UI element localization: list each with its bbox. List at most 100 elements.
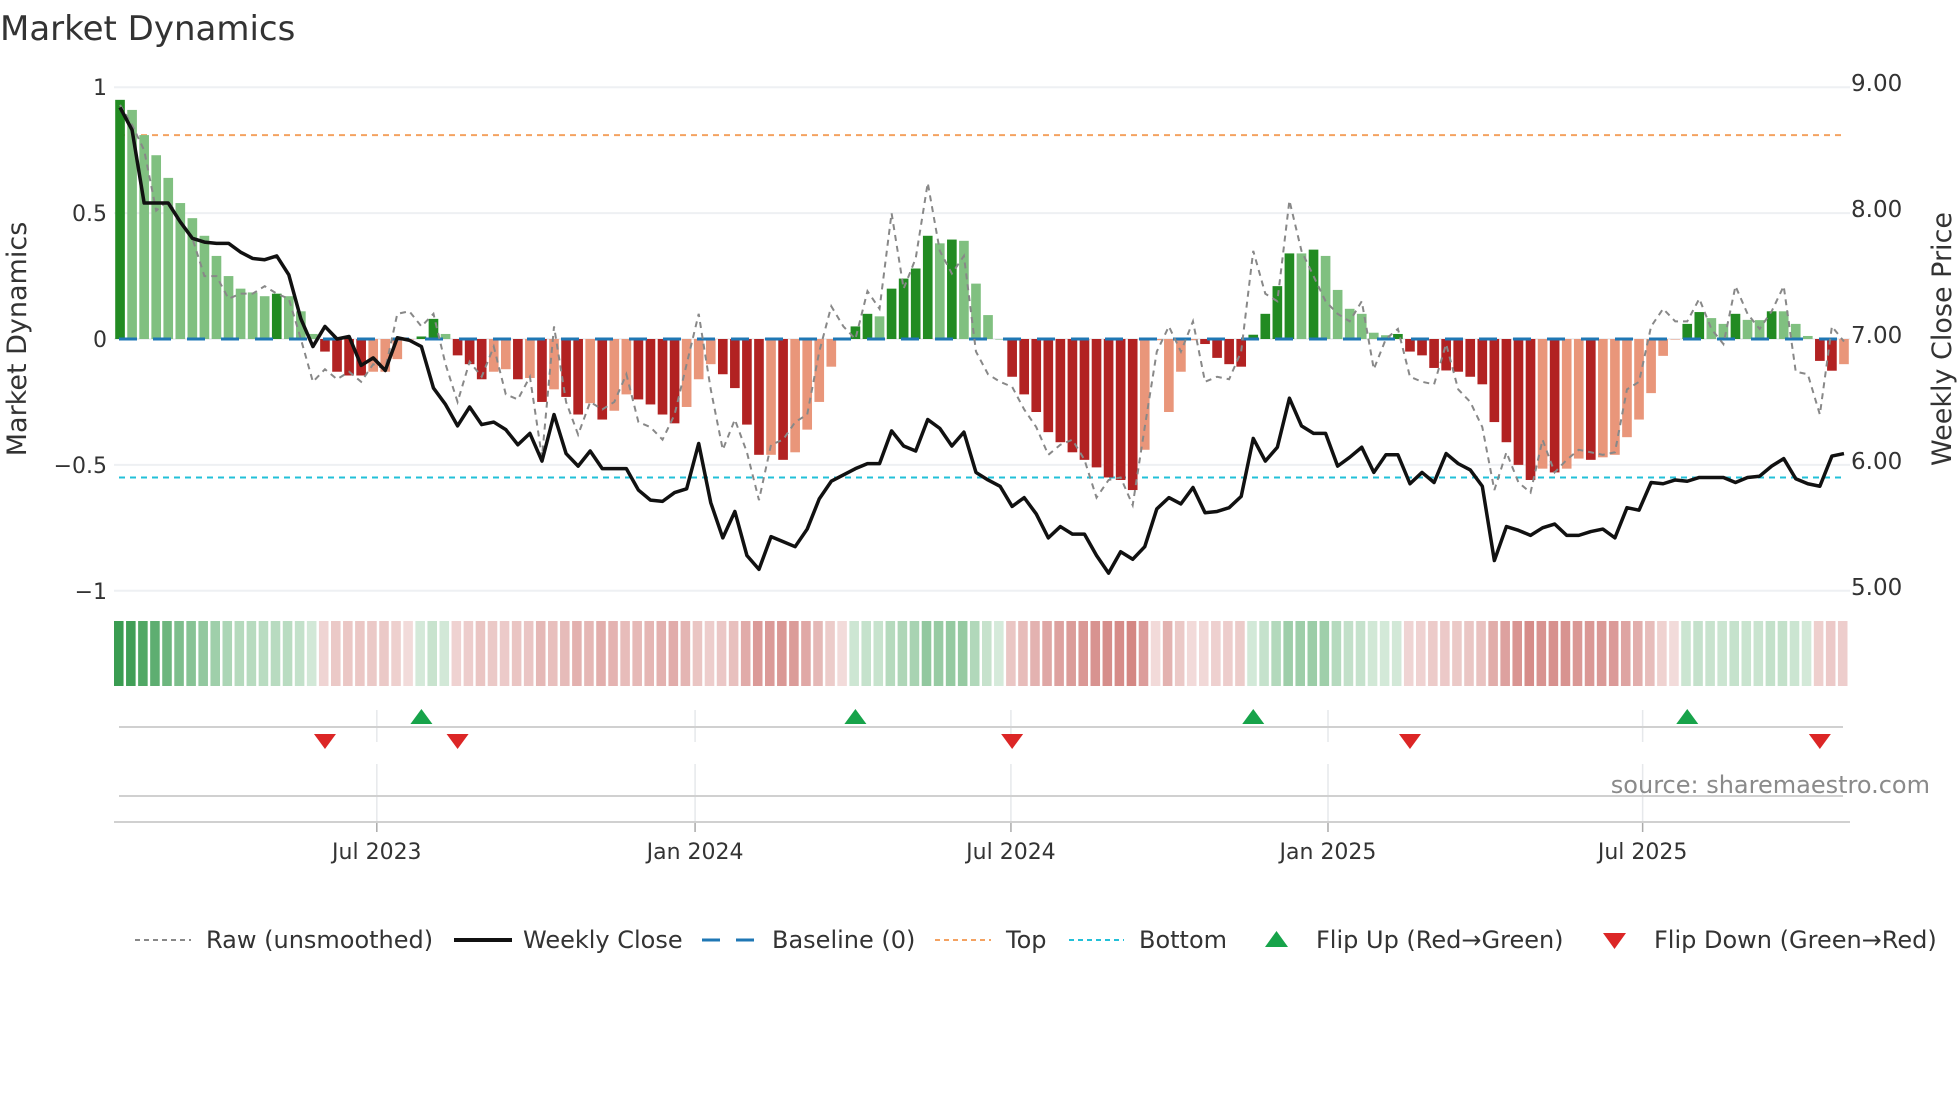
flip-up-marker [844, 709, 867, 724]
flip-up-marker [1676, 709, 1699, 724]
heat-cell [608, 621, 618, 686]
smoothed-bar [947, 239, 957, 339]
heat-cell [1741, 621, 1752, 686]
heat-cell [716, 621, 727, 686]
heat-cell [379, 621, 389, 686]
heat-cell [1235, 621, 1245, 686]
smoothed-bar [1682, 323, 1693, 339]
heat-cell [849, 621, 859, 686]
y2-tick-label: 8.00 [1851, 197, 1902, 223]
heat-cell [1440, 621, 1450, 686]
heat-cell [415, 621, 425, 686]
heat-cell [1403, 621, 1414, 686]
heat-cell [752, 621, 763, 686]
legend-bottom-label: Bottom [1139, 926, 1227, 954]
smoothed-bar [1742, 319, 1753, 339]
heat-cell [1355, 621, 1366, 686]
heat-cell [1464, 621, 1474, 686]
heat-cell [921, 621, 932, 686]
heat-cell [126, 621, 136, 686]
heat-cell [186, 621, 196, 686]
smoothed-bar [1525, 339, 1536, 480]
heat-cell [343, 621, 353, 686]
smoothed-bar [283, 296, 294, 339]
heat-cell [1584, 621, 1595, 686]
heat-cell [969, 621, 980, 686]
heat-cell [704, 621, 715, 686]
smoothed-bar [500, 339, 511, 370]
heat-cell [355, 621, 365, 686]
heat-cell [1367, 621, 1378, 686]
smoothed-bar [1477, 339, 1488, 385]
smoothed-bar [983, 315, 993, 339]
heat-cell [174, 621, 184, 686]
heat-cell [1223, 621, 1233, 686]
smoothed-bar [368, 339, 379, 372]
heat-cell [1825, 621, 1836, 686]
heat-cell [318, 621, 329, 686]
heat-cell [246, 621, 257, 686]
heat-cell [1717, 621, 1727, 686]
flip-up-marker [1242, 709, 1265, 724]
heat-cell [1259, 621, 1269, 686]
heat-cell [1054, 621, 1064, 686]
heat-cell [1162, 621, 1173, 686]
smoothed-bar [826, 339, 837, 367]
smoothed-bar [223, 276, 234, 339]
heat-cell [1331, 621, 1342, 686]
heat-cell [1620, 621, 1631, 686]
smoothed-bar [428, 318, 439, 339]
smoothed-bar [1730, 313, 1741, 339]
y-tick-label: 0.5 [72, 202, 107, 227]
heat-cell [1379, 621, 1390, 686]
heat-cell [1102, 621, 1113, 686]
heat-cell [1174, 621, 1185, 686]
smoothed-bar [1007, 339, 1017, 377]
heat-cell [1211, 621, 1221, 686]
smoothed-bar [1043, 339, 1054, 433]
smoothed-bar [790, 339, 800, 453]
y2-tick-label: 9.00 [1851, 71, 1902, 97]
heat-cell [885, 621, 896, 686]
heat-cell [1548, 621, 1559, 686]
smoothed-bar [235, 288, 246, 339]
smoothed-bar [1296, 253, 1307, 339]
heat-cell [114, 621, 124, 686]
heat-cell [270, 621, 281, 686]
heat-cell [1018, 621, 1028, 686]
heat-cell [668, 621, 679, 686]
smoothed-bar [1115, 339, 1126, 480]
heat-cell [728, 621, 739, 686]
legend-flip-up-label: Flip Up (Red→Green) [1316, 926, 1564, 954]
heat-cell [765, 621, 775, 686]
heat-cell [957, 621, 968, 686]
smoothed-bar [910, 268, 921, 339]
heat-cell [1813, 621, 1824, 686]
smoothed-bar [1139, 339, 1150, 450]
smoothed-bar [1622, 339, 1632, 438]
x-axis: Jul 2023 Jan 2024 Jul 2024 Jan 2025 Jul … [330, 840, 1687, 865]
smoothed-bar [1441, 339, 1451, 371]
smoothed-bar [645, 339, 656, 405]
smoothed-bar [862, 313, 873, 339]
heat-cell [1452, 621, 1462, 686]
smoothed-bar [561, 339, 571, 397]
heat-cell [1283, 621, 1293, 686]
smoothed-bar [1561, 339, 1572, 469]
x-tick-label: Jan 2024 [645, 840, 744, 865]
smoothed-bar [1212, 339, 1222, 358]
smoothed-bar [717, 339, 728, 375]
heat-cell [1090, 621, 1101, 686]
smoothed-bar [1417, 339, 1427, 356]
heat-cell [1681, 621, 1691, 686]
heat-cell [1488, 621, 1498, 686]
heat-cell [306, 621, 317, 686]
heat-cell [596, 621, 606, 686]
legend-flip-down-label: Flip Down (Green→Red) [1654, 926, 1937, 954]
heat-cell [1596, 621, 1607, 686]
heat-cell [1319, 621, 1330, 686]
smoothed-bar [1055, 339, 1066, 443]
heat-cell [801, 621, 811, 686]
heat-cell [1114, 621, 1125, 686]
legend-raw-label: Raw (unsmoothed) [206, 926, 433, 954]
